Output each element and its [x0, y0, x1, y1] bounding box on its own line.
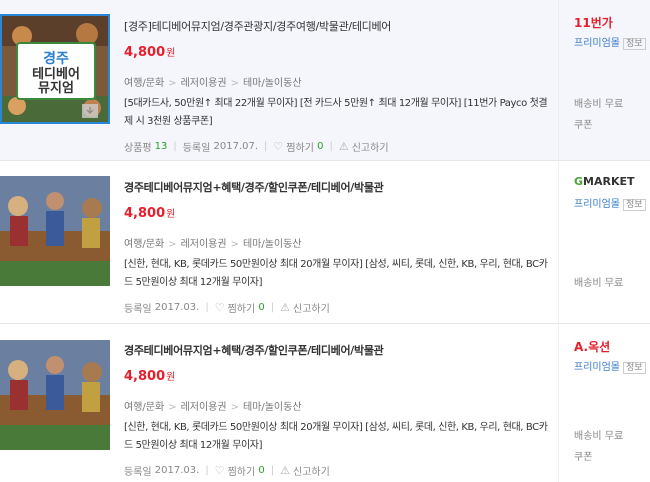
shipping-free: 배송비 무료 — [574, 431, 624, 442]
product-description: [5대카드사, 50만원↑ 최대 22개월 무이자] [전 카드사 5만원↑ 최… — [124, 98, 548, 127]
premium-mall: 프리미엄몰 정보 — [574, 34, 650, 50]
heart-icon[interactable]: ♡ — [273, 140, 283, 153]
report-label[interactable]: 신고하기 — [293, 463, 330, 478]
info-badge[interactable]: 정보 — [623, 362, 646, 374]
product-title[interactable]: 경주테디베어뮤지엄+혜택/경주/할인쿠폰/테디베어/박물관 — [124, 342, 554, 358]
product-description: [신한, 현대, KB, 롯데카드 50만원이상 최대 20개월 무이자] [삼… — [124, 422, 548, 451]
wish-label[interactable]: 찜하기 — [286, 139, 314, 154]
product-description: [신한, 현대, KB, 롯데카드 50만원이상 최대 20개월 무이자] [삼… — [124, 259, 548, 288]
wish-label[interactable]: 찜하기 — [228, 300, 256, 315]
banner-line3: 뮤지엄 — [38, 81, 74, 96]
product-thumbnail[interactable] — [0, 176, 110, 286]
price-value: 4,800 — [124, 206, 166, 221]
product-item: 경주테디베어뮤지엄+혜택/경주/할인쿠폰/테디베어/박물관 4,800원 여행/… — [0, 324, 650, 482]
store-logo-gmarket[interactable]: GMARKET — [574, 175, 650, 191]
store-panel: 11번가 프리미엄몰 정보 배송비 무료 쿠폰 — [558, 0, 650, 160]
reg-date: 2017.03. — [154, 465, 200, 476]
price-value: 4,800 — [124, 45, 166, 60]
product-meta: 등록일 2017.03. | ♡ 찜하기 0 | ⚠ 신고하기 — [124, 300, 330, 315]
heart-icon[interactable]: ♡ — [215, 301, 225, 314]
price-unit: 원 — [166, 48, 176, 59]
reg-date: 2017.03. — [154, 302, 200, 313]
info-badge[interactable]: 정보 — [623, 38, 646, 50]
reg-date: 2017.07. — [213, 141, 259, 152]
auction-a: A. — [574, 340, 589, 354]
category-2[interactable]: 레저이용권 — [181, 402, 227, 413]
store-panel: GMARKET 프리미엄몰 정보 배송비 무료 — [558, 161, 650, 323]
auction-rest: 옥션 — [588, 340, 611, 354]
product-price: 4,800원 — [124, 368, 554, 384]
product-meta: 상품평 13 | 등록일 2017.07. | ♡ 찜하기 0 | ⚠ 신고하기 — [124, 139, 389, 154]
shipping-free: 배송비 무료 — [574, 99, 624, 110]
report-label[interactable]: 신고하기 — [293, 300, 330, 315]
premium-mall: 프리미엄몰 정보 — [574, 358, 650, 374]
banner-line2: 테디베어 — [32, 67, 80, 82]
premium-label[interactable]: 프리미엄몰 — [574, 199, 620, 210]
price-unit: 원 — [166, 372, 176, 383]
product-thumbnail[interactable]: 경주 테디베어 뮤지엄 — [0, 14, 110, 124]
category-path: 여행/문화 > 레저이용권 > 테마/놀이동산 — [124, 402, 302, 413]
rating-count[interactable]: 13 — [155, 141, 168, 152]
category-3[interactable]: 테마/놀이동산 — [243, 78, 302, 89]
coupon-label: 쿠폰 — [574, 120, 593, 131]
premium-mall: 프리미엄몰 정보 — [574, 195, 650, 211]
product-item: 경주 테디베어 뮤지엄 [경주]테디베어뮤지엄/경주관광지/경주여행/박물관/테… — [0, 0, 650, 161]
banner-line1: 경주 — [43, 51, 69, 67]
product-meta: 등록일 2017.03. | ♡ 찜하기 0 | ⚠ 신고하기 — [124, 463, 330, 478]
category-1[interactable]: 여행/문화 — [124, 78, 164, 89]
product-item: 경주테디베어뮤지엄+혜택/경주/할인쿠폰/테디베어/박물관 4,800원 여행/… — [0, 161, 650, 324]
product-title[interactable]: 경주테디베어뮤지엄+혜택/경주/할인쿠폰/테디베어/박물관 — [124, 179, 554, 195]
store-logo-11st[interactable]: 11번가 — [574, 14, 650, 30]
product-banner: 경주 테디베어 뮤지엄 — [16, 42, 96, 100]
premium-label[interactable]: 프리미엄몰 — [574, 362, 620, 373]
store-logo-auction[interactable]: A.옥션 — [574, 338, 650, 354]
category-2[interactable]: 레저이용권 — [181, 239, 227, 250]
product-title[interactable]: [경주]테디베어뮤지엄/경주관광지/경주여행/박물관/테디베어 — [124, 18, 554, 34]
product-image — [0, 340, 110, 450]
wish-label[interactable]: 찜하기 — [228, 463, 256, 478]
category-3[interactable]: 테마/놀이동산 — [243, 239, 302, 250]
product-thumbnail[interactable] — [0, 340, 110, 450]
heart-icon[interactable]: ♡ — [215, 464, 225, 477]
report-label[interactable]: 신고하기 — [352, 139, 389, 154]
wish-count: 0 — [258, 465, 265, 476]
category-1[interactable]: 여행/문화 — [124, 239, 164, 250]
info-badge[interactable]: 정보 — [623, 199, 646, 211]
reg-label: 등록일 — [124, 467, 152, 478]
wish-count: 0 — [317, 141, 324, 152]
product-price: 4,800원 — [124, 205, 554, 221]
rating-label: 상품평 — [124, 143, 152, 154]
price-unit: 원 — [166, 209, 176, 220]
category-3[interactable]: 테마/놀이동산 — [243, 402, 302, 413]
gmarket-g: G — [574, 175, 584, 188]
premium-label[interactable]: 프리미엄몰 — [574, 38, 620, 49]
category-path: 여행/문화 > 레저이용권 > 테마/놀이동산 — [124, 239, 302, 250]
reg-label: 등록일 — [124, 304, 152, 315]
reg-label: 등록일 — [182, 143, 211, 154]
wish-count: 0 — [258, 302, 265, 313]
report-icon[interactable]: ⚠ — [339, 140, 349, 153]
report-icon[interactable]: ⚠ — [280, 464, 290, 477]
coupon-label: 쿠폰 — [574, 452, 593, 463]
price-value: 4,800 — [124, 369, 166, 384]
product-image — [0, 176, 110, 286]
product-price: 4,800원 — [124, 44, 554, 60]
shipping-free: 배송비 무료 — [574, 278, 624, 289]
category-path: 여행/문화 > 레저이용권 > 테마/놀이동산 — [124, 78, 302, 89]
report-icon[interactable]: ⚠ — [280, 301, 290, 314]
store-panel: A.옥션 프리미엄몰 정보 배송비 무료 쿠폰 — [558, 324, 650, 482]
category-1[interactable]: 여행/문화 — [124, 402, 164, 413]
category-2[interactable]: 레저이용권 — [181, 78, 227, 89]
gmarket-rest: MARKET — [583, 175, 635, 188]
